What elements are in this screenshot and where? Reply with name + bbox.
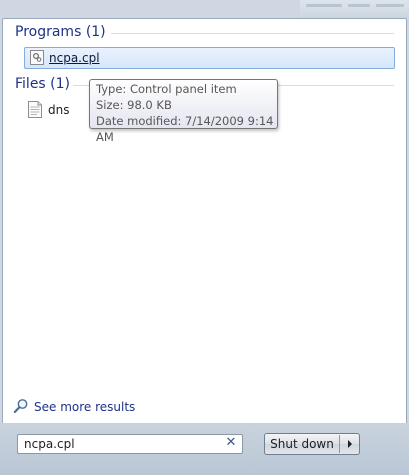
- search-input-value: ncpa.cpl: [24, 437, 75, 451]
- tooltip-type: Type: Control panel item: [96, 82, 237, 96]
- background-text-blur: [376, 4, 404, 7]
- file-details-tooltip: Type: Control panel item Size: 98.0 KB D…: [89, 79, 278, 144]
- background-text-blur: [348, 4, 370, 7]
- program-result-label: ncpa.cpl: [49, 51, 100, 65]
- see-more-results-label: See more results: [34, 400, 136, 414]
- control-panel-icon: [30, 50, 44, 65]
- files-section-header: Files (1): [15, 76, 71, 92]
- text-file-icon: [28, 101, 42, 118]
- section-divider: [111, 33, 394, 34]
- tooltip-date-modified: Date modified: 7/14/2009 9:14 AM: [96, 114, 274, 144]
- search-input[interactable]: ncpa.cpl ✕: [17, 434, 243, 454]
- background-strip: [300, 0, 409, 18]
- background-text-blur: [306, 4, 342, 7]
- program-result-ncpa[interactable]: ncpa.cpl: [24, 47, 395, 69]
- shut-down-button[interactable]: Shut down: [264, 433, 360, 455]
- file-result-label: dns: [48, 103, 70, 117]
- programs-section-header: Programs (1): [15, 24, 106, 40]
- shut-down-label: Shut down: [270, 437, 334, 451]
- arrow-right-icon[interactable]: [340, 434, 359, 454]
- magnifier-icon: [13, 399, 28, 414]
- file-result-dns[interactable]: dns: [24, 99, 84, 121]
- tooltip-size: Size: 98.0 KB: [96, 98, 172, 112]
- clear-icon[interactable]: ✕: [225, 436, 237, 450]
